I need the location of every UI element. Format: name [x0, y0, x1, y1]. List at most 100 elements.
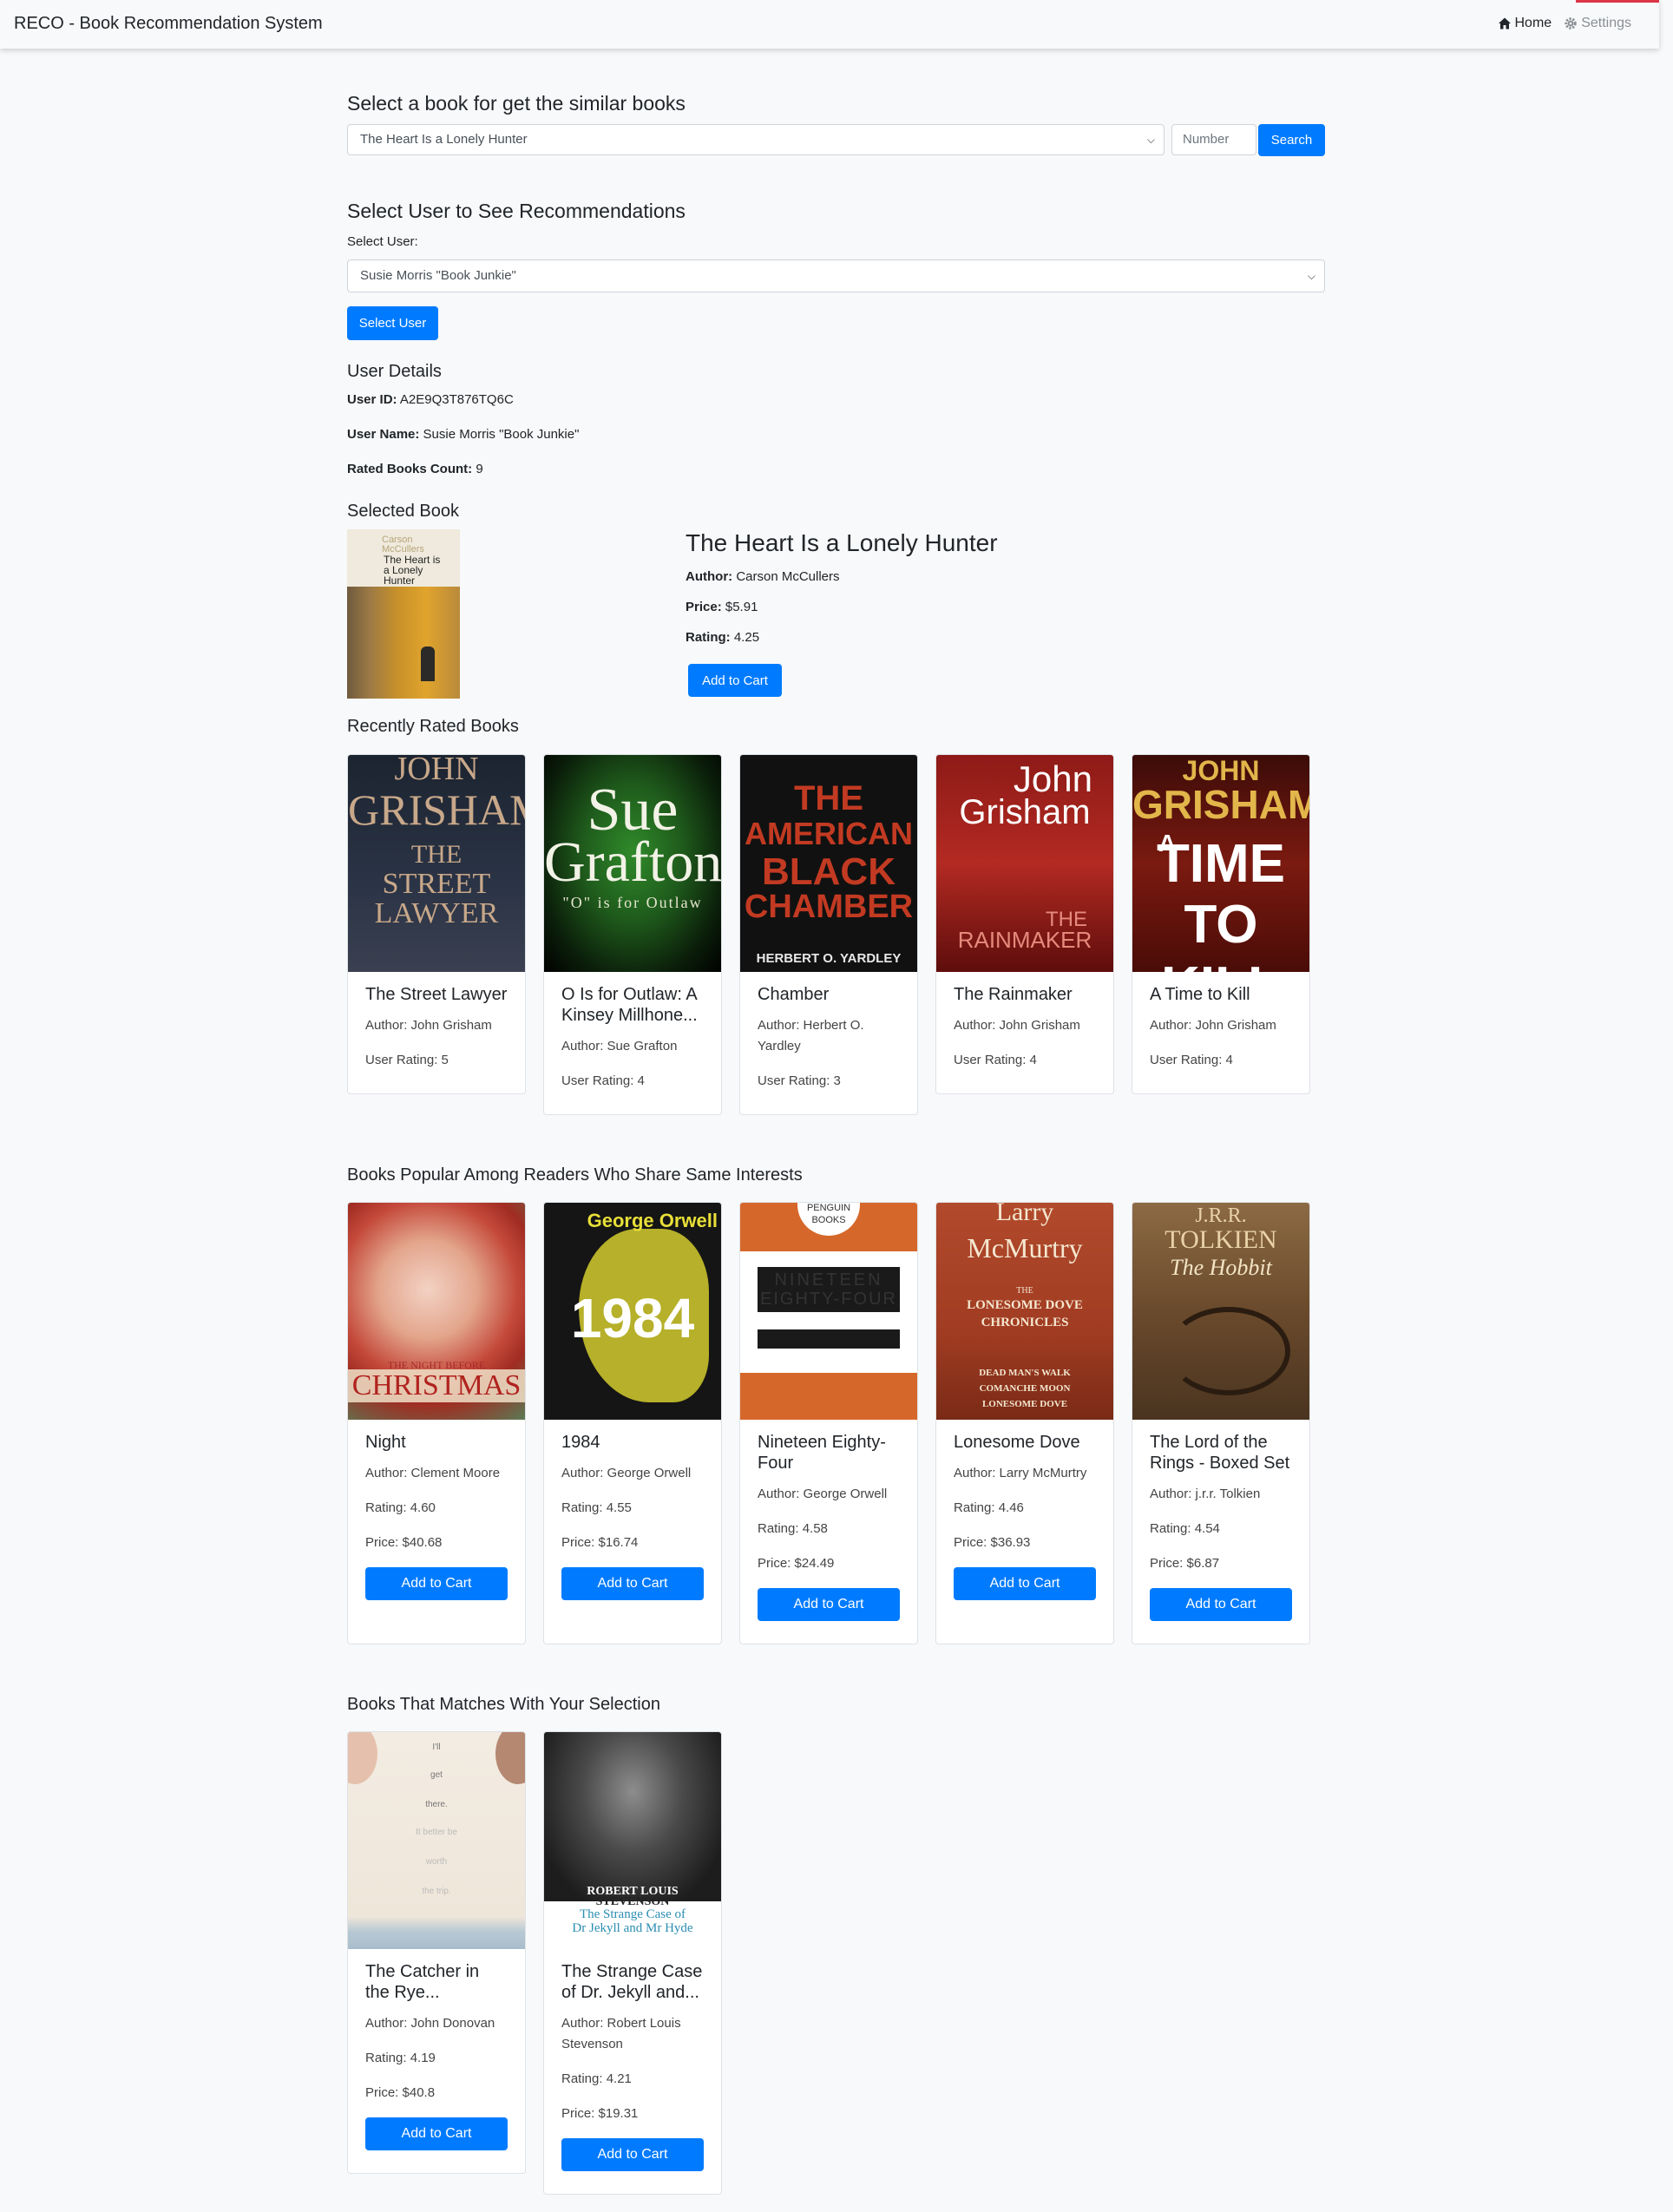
book-title: Nineteen Eighty-Four [758, 1433, 886, 1473]
book-card[interactable]: John Grisham THE RAINMAKER The Rainmaker… [935, 754, 1114, 1094]
cover-art [347, 587, 460, 699]
book-cover: JOHN GRISHAM THE STREET LAWYER [348, 755, 525, 972]
book-author: Author: John Grisham [1150, 1018, 1276, 1033]
book-card[interactable]: Larry McMurtry THE LONESOME DOVE CHRONIC… [935, 1202, 1114, 1644]
cover-text: THE [794, 779, 863, 817]
price-label: Price: [686, 600, 722, 614]
book-rating: User Rating: 5 [365, 1053, 449, 1067]
book-cover: ROBERT LOUIS STEVENSON The Strange Case … [544, 1732, 721, 1949]
cover-art [544, 1732, 721, 1901]
add-to-cart-button[interactable]: Add to Cart [365, 1567, 508, 1600]
book-author: Author: George Orwell [758, 1487, 888, 1501]
book-rating: Rating: 4.21 [561, 2071, 632, 2086]
select-user-button[interactable]: Select User [347, 306, 438, 340]
book-title: O Is for Outlaw: A Kinsey Millhone... [561, 985, 698, 1025]
cover-text: AMERICAN [745, 816, 913, 851]
rating-label: Rating: [686, 630, 731, 645]
cover-text: the trip. [422, 1887, 451, 1896]
card-body: Nineteen Eighty-Four Author: George Orwe… [740, 1420, 917, 1637]
number-input[interactable]: Number [1171, 124, 1256, 155]
cover-text: THE [410, 840, 463, 869]
cover-text: TIME [1156, 834, 1286, 894]
popular-heading: Books Popular Among Readers Who Share Sa… [347, 1165, 803, 1185]
cover-text: McMurtry [967, 1232, 1083, 1264]
book-card[interactable]: J.R.R. TOLKIEN The Hobbit The Lord of th… [1132, 1202, 1310, 1644]
book-card[interactable]: JOHN GRISHAM A TIME TO KILL A Time to Ki… [1132, 754, 1310, 1094]
book-card[interactable]: PENGUIN BOOKS NINETEEN EIGHTY-FOUR Ninet… [739, 1202, 918, 1644]
book-card[interactable]: THE NIGHT BEFORE CHRISTMAS Night Author:… [347, 1202, 526, 1644]
cover-text: The Hobbit [1170, 1255, 1272, 1280]
book-rating: User Rating: 4 [954, 1053, 1037, 1067]
add-to-cart-button[interactable]: Add to Cart [688, 664, 782, 697]
card-body: Lonesome Dove Author: Larry McMurtry Rat… [936, 1420, 1113, 1616]
add-to-cart-button[interactable]: Add to Cart [561, 1567, 704, 1600]
cover-text: BOOKS [811, 1215, 846, 1225]
cover-text: Grisham [959, 793, 1091, 831]
book-card[interactable]: 1984 George Orwell 1984 Author: George O… [543, 1202, 722, 1644]
card-body: The Strange Case of Dr. Jekyll and... Au… [544, 1949, 721, 2187]
book-author: Author: John Donovan [365, 2016, 495, 2031]
book-title: Lonesome Dove [954, 1433, 1080, 1452]
card-body: The Lord of the Rings - Boxed Set Author… [1132, 1420, 1309, 1637]
nav-settings[interactable]: Settings [1564, 16, 1631, 31]
cover-text: GRISHAM [348, 785, 525, 834]
book-rating: Rating: 4.54 [1150, 1521, 1220, 1536]
user-select-label: Select User: [347, 234, 418, 249]
rated-count-value: 9 [476, 462, 483, 476]
book-select-value: The Heart Is a Lonely Hunter [360, 132, 528, 147]
book-author: Author: John Grisham [365, 1018, 492, 1033]
selected-book-heading: Selected Book [347, 502, 459, 521]
cover-text: there. [425, 1800, 448, 1809]
user-name-row: User Name: Susie Morris "Book Junkie" [347, 427, 579, 442]
book-author: Author: Clement Moore [365, 1466, 501, 1480]
brand[interactable]: RECO - Book Recommendation System [14, 14, 323, 34]
card-body: 1984 Author: George Orwell Rating: 4.55 … [544, 1420, 721, 1616]
book-author: Author: Robert Louis Stevenson [561, 2016, 681, 2051]
add-to-cart-button[interactable]: Add to Cart [365, 2117, 508, 2150]
book-card[interactable]: JOHN GRISHAM THE STREET LAWYER The Stree… [347, 754, 526, 1094]
book-rating: User Rating: 3 [758, 1073, 841, 1088]
user-select-heading: Select User to See Recommendations [347, 200, 686, 222]
cover-band [758, 1329, 900, 1349]
card-body: The Catcher in the Rye... Author: John D… [348, 1949, 525, 2166]
nav-settings-label: Settings [1581, 16, 1631, 30]
book-card[interactable]: ROBERT LOUIS STEVENSON The Strange Case … [543, 1731, 722, 2195]
price-value: $5.91 [725, 600, 758, 614]
add-to-cart-button[interactable]: Add to Cart [954, 1567, 1096, 1600]
cover-text: TOLKIEN [1165, 1225, 1277, 1254]
selected-book-price-row: Price: $5.91 [686, 600, 998, 614]
gear-icon [1565, 17, 1577, 30]
chevron-down-icon: ⌵ [1146, 134, 1155, 146]
book-rating: User Rating: 4 [1150, 1053, 1233, 1067]
add-to-cart-button[interactable]: Add to Cart [758, 1588, 900, 1621]
cover-text: Grafton [544, 830, 721, 894]
rating-value: 4.25 [733, 630, 760, 645]
user-select[interactable]: Susie Morris "Book Junkie" ⌵ [347, 259, 1325, 292]
book-title: Night [365, 1433, 406, 1452]
cover-text: EIGHTY-FOUR [760, 1290, 897, 1309]
nav-home[interactable]: Home [1498, 16, 1552, 31]
book-title: The Lord of the Rings - Boxed Set [1150, 1433, 1290, 1473]
book-select[interactable]: The Heart Is a Lonely Hunter ⌵ [347, 124, 1165, 155]
navbar-accent [1576, 0, 1659, 3]
book-rating: Rating: 4.60 [365, 1500, 436, 1515]
user-id-row: User ID: A2E9Q3T876TQ6C [347, 392, 514, 407]
search-button[interactable]: Search [1258, 124, 1325, 156]
number-input-placeholder: Number [1183, 132, 1230, 147]
add-to-cart-button[interactable]: Add to Cart [561, 2138, 704, 2171]
cover-text: Dr Jekyll and Mr Hyde [572, 1921, 693, 1935]
book-price: Price: $16.74 [561, 1535, 639, 1550]
book-cover: J.R.R. TOLKIEN The Hobbit [1132, 1203, 1309, 1420]
cover-text: COMANCHE MOON [979, 1383, 1071, 1394]
book-card[interactable]: THE AMERICAN BLACK CHAMBER HERBERT O. YA… [739, 754, 918, 1115]
book-author: Author: Herbert O. Yardley [758, 1018, 864, 1053]
book-price: Price: $6.87 [1150, 1556, 1220, 1571]
book-author: Author: j.r.r. Tolkien [1150, 1487, 1261, 1501]
book-rating: User Rating: 4 [561, 1073, 645, 1088]
book-card[interactable]: I'll get there. It better be worth the t… [347, 1731, 526, 2174]
book-card[interactable]: Sue Grafton "O" is for Outlaw O Is for O… [543, 754, 722, 1115]
card-body: The Rainmaker Author: John Grisham User … [936, 972, 1113, 1093]
cover-text: "O" is for Outlaw [562, 894, 703, 911]
card-body: The Street Lawyer Author: John Grisham U… [348, 972, 525, 1093]
add-to-cart-button[interactable]: Add to Cart [1150, 1588, 1292, 1621]
